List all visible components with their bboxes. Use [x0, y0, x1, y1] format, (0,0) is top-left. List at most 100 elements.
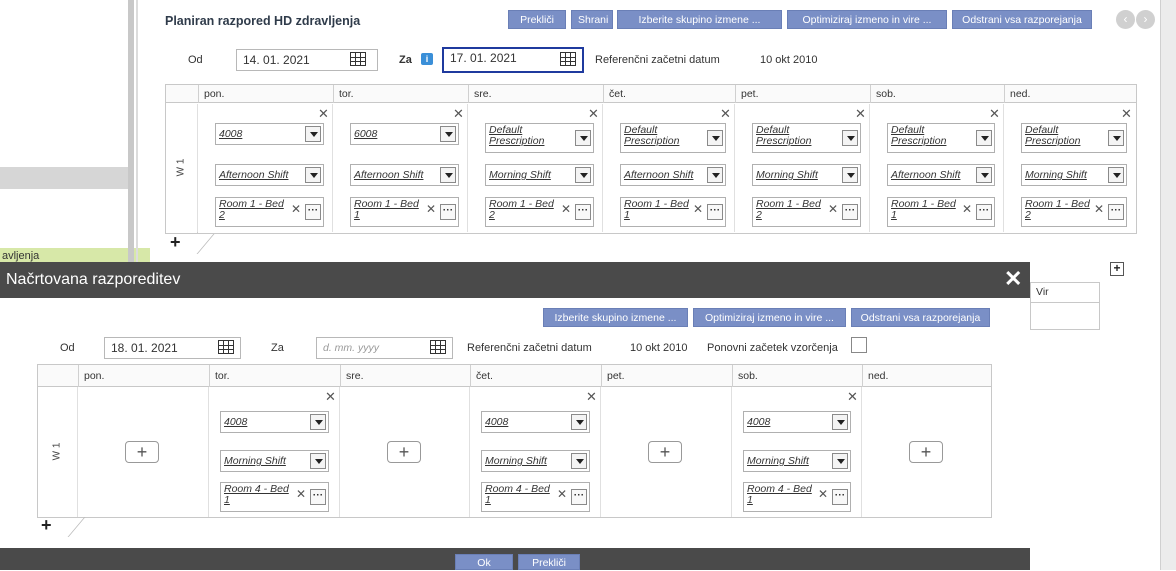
chevron-down-icon[interactable] [707, 167, 723, 183]
prescription-dropdown[interactable]: Default Prescription [887, 123, 995, 153]
remove-all-schedules-button[interactable]: Odstrani vsa razporejanja [851, 308, 990, 327]
calendar-icon[interactable] [560, 52, 576, 66]
chevron-down-icon[interactable] [842, 167, 858, 183]
more-icon[interactable]: ··· [1108, 204, 1124, 220]
chevron-down-icon[interactable] [707, 130, 723, 146]
add-icon[interactable]: + [1110, 262, 1124, 276]
room-bed-field[interactable]: Room 1 - Bed 2 ✕ ··· [752, 197, 861, 227]
shift-dropdown[interactable]: Morning Shift [481, 450, 590, 472]
shift-dropdown[interactable]: Afternoon Shift [620, 164, 726, 186]
room-bed-field[interactable]: Room 1 - Bed 1 ✕ ··· [620, 197, 726, 227]
shift-dropdown[interactable]: Morning Shift [220, 450, 329, 472]
shift-dropdown[interactable]: Morning Shift [743, 450, 851, 472]
prev-icon[interactable]: ‹ [1116, 10, 1135, 29]
close-icon[interactable]: ✕ [1004, 266, 1022, 292]
chevron-down-icon[interactable] [1108, 130, 1124, 146]
room-bed-field[interactable]: Room 1 - Bed 2 ✕ ··· [215, 197, 324, 227]
ok-button[interactable]: Ok [455, 554, 513, 570]
chevron-down-icon[interactable] [575, 167, 591, 183]
chevron-down-icon[interactable] [571, 453, 587, 469]
chevron-down-icon[interactable] [575, 130, 591, 146]
shift-dropdown[interactable]: Afternoon Shift [887, 164, 995, 186]
room-bed-field[interactable]: Room 1 - Bed 1 ✕ ··· [350, 197, 459, 227]
cancel-button[interactable]: Prekliči [518, 554, 580, 570]
shift-dropdown[interactable]: Afternoon Shift [215, 164, 324, 186]
chevron-down-icon[interactable] [310, 453, 326, 469]
clear-icon[interactable]: ✕ [828, 203, 838, 215]
optimize-shift-button[interactable]: Optimiziraj izmeno in vire ... [693, 308, 846, 327]
save-button[interactable]: Shrani [571, 10, 613, 29]
shift-dropdown[interactable]: Morning Shift [485, 164, 594, 186]
select-shift-group-button[interactable]: Izberite skupino izmene ... [617, 10, 782, 29]
chevron-down-icon[interactable] [842, 130, 858, 146]
clear-icon[interactable]: ✕ [557, 488, 567, 500]
more-icon[interactable]: ··· [707, 204, 723, 220]
more-icon[interactable]: ··· [305, 204, 321, 220]
room-bed-field[interactable]: Room 4 - Bed 1 ✕ ··· [220, 482, 329, 512]
prescription-dropdown[interactable]: Default Prescription [620, 123, 726, 153]
shift-dropdown[interactable]: Morning Shift [752, 164, 861, 186]
remove-icon[interactable]: ✕ [1121, 107, 1132, 120]
chevron-down-icon[interactable] [440, 167, 456, 183]
restart-sampling-checkbox[interactable] [851, 337, 867, 353]
add-week-button[interactable]: + [41, 515, 52, 536]
add-entry-button[interactable]: + [387, 441, 421, 463]
remove-icon[interactable]: ✕ [847, 390, 858, 403]
prescription-dropdown[interactable]: Default Prescription [1021, 123, 1127, 153]
more-icon[interactable]: ··· [440, 204, 456, 220]
vertical-scrollbar[interactable] [1160, 0, 1176, 570]
prescription-dropdown[interactable]: Default Prescription [752, 123, 861, 153]
calendar-icon[interactable] [350, 52, 366, 66]
chevron-down-icon[interactable] [832, 414, 848, 430]
more-icon[interactable]: ··· [575, 204, 591, 220]
chevron-down-icon[interactable] [305, 126, 321, 142]
shift-dropdown[interactable]: Afternoon Shift [350, 164, 459, 186]
add-entry-button[interactable]: + [648, 441, 682, 463]
more-icon[interactable]: ··· [842, 204, 858, 220]
splitter[interactable] [128, 0, 134, 262]
more-icon[interactable]: ··· [571, 489, 587, 505]
remove-icon[interactable]: ✕ [318, 107, 329, 120]
clear-icon[interactable]: ✕ [561, 203, 571, 215]
prescription-dropdown[interactable]: 6008 [350, 123, 459, 145]
more-icon[interactable]: ··· [310, 489, 326, 505]
clear-icon[interactable]: ✕ [1094, 203, 1104, 215]
select-shift-group-button[interactable]: Izberite skupino izmene ... [543, 308, 688, 327]
room-bed-field[interactable]: Room 1 - Bed 2 ✕ ··· [485, 197, 594, 227]
prescription-dropdown[interactable]: 4008 [220, 411, 329, 433]
clear-icon[interactable]: ✕ [291, 203, 301, 215]
chevron-down-icon[interactable] [305, 167, 321, 183]
room-bed-field[interactable]: Room 4 - Bed 1 ✕ ··· [743, 482, 851, 512]
room-bed-field[interactable]: Room 1 - Bed 1 ✕ ··· [887, 197, 995, 227]
clear-icon[interactable]: ✕ [693, 203, 703, 215]
clear-icon[interactable]: ✕ [962, 203, 972, 215]
chevron-down-icon[interactable] [976, 130, 992, 146]
calendar-icon[interactable] [218, 340, 234, 354]
clear-icon[interactable]: ✕ [818, 488, 828, 500]
cancel-button[interactable]: Prekliči [508, 10, 566, 29]
chevron-down-icon[interactable] [571, 414, 587, 430]
chevron-down-icon[interactable] [440, 126, 456, 142]
remove-icon[interactable]: ✕ [989, 107, 1000, 120]
add-week-button[interactable]: + [170, 232, 181, 253]
clear-icon[interactable]: ✕ [296, 488, 306, 500]
remove-icon[interactable]: ✕ [588, 107, 599, 120]
prescription-dropdown[interactable]: 4008 [481, 411, 590, 433]
chevron-down-icon[interactable] [310, 414, 326, 430]
optimize-shift-button[interactable]: Optimiziraj izmeno in vire ... [787, 10, 947, 29]
calendar-icon[interactable] [430, 340, 446, 354]
chevron-down-icon[interactable] [1108, 167, 1124, 183]
remove-icon[interactable]: ✕ [855, 107, 866, 120]
add-entry-button[interactable]: + [125, 441, 159, 463]
prescription-dropdown[interactable]: 4008 [215, 123, 324, 145]
next-icon[interactable]: › [1136, 10, 1155, 29]
add-entry-button[interactable]: + [909, 441, 943, 463]
remove-icon[interactable]: ✕ [720, 107, 731, 120]
remove-icon[interactable]: ✕ [325, 390, 336, 403]
more-icon[interactable]: ··· [976, 204, 992, 220]
room-bed-field[interactable]: Room 4 - Bed 1 ✕ ··· [481, 482, 590, 512]
remove-all-schedules-button[interactable]: Odstrani vsa razporejanja [952, 10, 1092, 29]
info-icon[interactable]: i [421, 53, 433, 65]
prescription-dropdown[interactable]: Default Prescription [485, 123, 594, 153]
room-bed-field[interactable]: Room 1 - Bed 2 ✕ ··· [1021, 197, 1127, 227]
